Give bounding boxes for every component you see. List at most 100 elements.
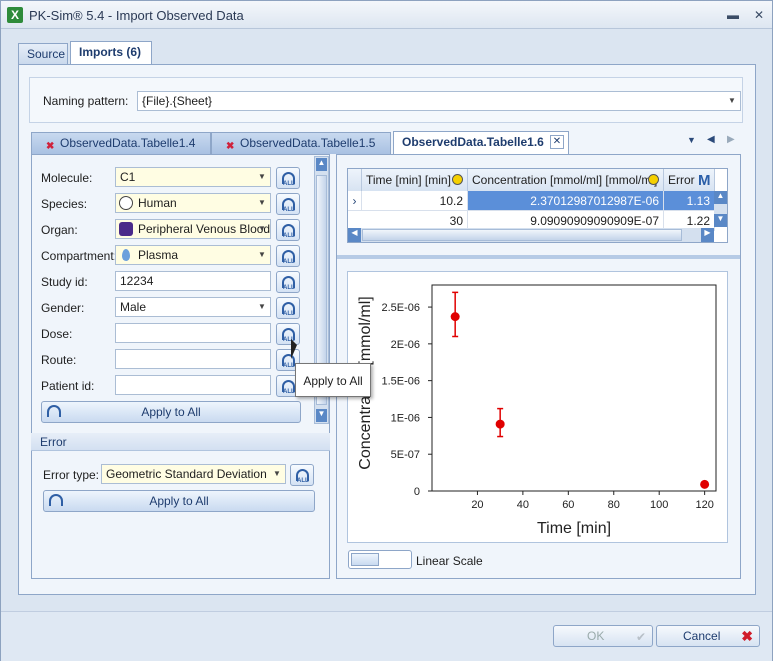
y-tick-label: 2.5E-06 <box>381 302 420 314</box>
unit-icon[interactable] <box>648 174 659 185</box>
metadata-apply-all-button[interactable]: Apply to All <box>41 401 301 423</box>
error-type-combo[interactable]: Geometric Standard Deviation ▼ <box>101 464 286 484</box>
gender-apply-all-button[interactable]: ALL <box>276 297 300 319</box>
splitter[interactable] <box>337 255 740 259</box>
chevron-down-icon[interactable]: ▼ <box>271 465 283 483</box>
data-point <box>495 419 505 429</box>
data-grid[interactable]: Time [min] [min] Concentration [mmol/ml]… <box>347 168 728 243</box>
molecule-combo[interactable]: C1 ▼ <box>115 167 271 187</box>
mouse-cursor-icon <box>291 339 297 359</box>
study-id-field[interactable]: 12234 <box>115 271 271 291</box>
tab-tabelle-1-4[interactable]: ✖ ObservedData.Tabelle1.4 <box>31 132 211 154</box>
species-combo[interactable]: Human ▼ <box>115 193 271 213</box>
scroll-thumb[interactable] <box>362 229 682 241</box>
chevron-down-icon[interactable]: ▼ <box>726 92 738 110</box>
molecule-label: Molecule: <box>41 171 93 185</box>
scroll-right-icon[interactable]: ▶ <box>701 228 714 242</box>
close-tab-icon[interactable]: ✕ <box>550 135 564 149</box>
chevron-down-icon[interactable]: ▼ <box>256 298 268 316</box>
grid-cell[interactable]: 10.2 <box>362 191 468 211</box>
chevron-down-icon[interactable]: ▼ <box>256 168 268 186</box>
all-icon-text: ALL <box>283 389 295 395</box>
error-type-value: Geometric Standard Deviation <box>106 467 267 481</box>
apply-all-label: Apply to All <box>141 405 201 419</box>
grid-vscroll[interactable]: ▲ ▼ <box>714 191 727 227</box>
scroll-up-icon[interactable]: ▲ <box>316 158 327 171</box>
ok-button[interactable]: OK ✔ <box>553 625 653 647</box>
column-header-concentration[interactable]: Concentration [mmol/ml] [mmol/ml] <box>468 169 664 191</box>
dose-label: Dose: <box>41 327 73 341</box>
error-apply-all-icon-button[interactable]: ALL <box>290 464 314 486</box>
grid-hscroll[interactable]: ◀ ▶ <box>348 228 714 242</box>
all-icon-text: ALL <box>283 259 295 265</box>
scroll-up-icon[interactable]: ▲ <box>714 191 727 204</box>
tab-list-dropdown-icon[interactable]: ▼ <box>687 135 696 145</box>
apply-all-icon <box>47 405 61 417</box>
data-point <box>700 479 710 489</box>
check-icon: ✔ <box>635 630 646 644</box>
naming-pattern-combo[interactable]: {File}.{Sheet} ▼ <box>137 91 741 111</box>
compartment-value: Plasma <box>138 248 179 262</box>
tab-imports[interactable]: Imports (6) <box>70 41 152 65</box>
current-row-indicator-icon: › <box>348 191 362 211</box>
patient-id-field[interactable] <box>115 375 271 395</box>
study-apply-all-button[interactable]: ALL <box>276 271 300 293</box>
column-header-label: Concentration [mmol/ml] [mmol/ml] <box>472 173 658 187</box>
chevron-down-icon[interactable]: ▼ <box>256 220 268 238</box>
tab-source[interactable]: Source <box>18 43 68 65</box>
tab-label: ObservedData.Tabelle1.6 <box>402 135 544 149</box>
column-header-error[interactable]: Error M <box>664 169 715 191</box>
scroll-down-icon[interactable]: ▼ <box>316 409 327 422</box>
all-icon-text: ALL <box>283 181 295 187</box>
linear-scale-toggle[interactable] <box>348 550 412 569</box>
y-tick-label: 2E-06 <box>391 339 420 351</box>
title-bar: X PK-Sim® 5.4 - Import Observed Data ▬ ✕ <box>1 1 772 29</box>
grid-cell[interactable]: 2.37012987012987E-06 <box>468 191 664 211</box>
organ-apply-all-button[interactable]: ALL <box>276 219 300 241</box>
scroll-down-icon[interactable]: ▼ <box>714 214 727 227</box>
import-window: X PK-Sim® 5.4 - Import Observed Data ▬ ✕… <box>0 0 773 661</box>
error-section-header: Error <box>31 433 330 451</box>
species-apply-all-button[interactable]: ALL <box>276 193 300 215</box>
dialog-footer: OK ✔ Cancel ✖ <box>1 611 772 661</box>
grid-cell[interactable]: 1.13 <box>664 191 715 211</box>
ok-label: OK <box>587 629 605 643</box>
tab-scroll-right-icon[interactable]: ▶ <box>727 134 735 145</box>
molecule-apply-all-button[interactable]: ALL <box>276 167 300 189</box>
study-id-label: Study id: <box>41 275 88 289</box>
plasma-drop-icon <box>122 249 130 261</box>
unit-icon[interactable] <box>452 174 463 185</box>
all-icon-text: ALL <box>283 285 295 291</box>
apply-all-label: Apply to All <box>149 494 209 508</box>
dose-field[interactable] <box>115 323 271 343</box>
organ-value: Peripheral Venous Blood <box>138 222 271 236</box>
error-apply-all-button[interactable]: Apply to All <box>43 490 315 512</box>
error-meta-icon[interactable]: M <box>698 170 711 191</box>
tab-tabelle-1-5[interactable]: ✖ ObservedData.Tabelle1.5 <box>211 132 391 154</box>
gender-combo[interactable]: Male ▼ <box>115 297 271 317</box>
compartment-apply-all-button[interactable]: ALL <box>276 245 300 267</box>
chevron-down-icon[interactable]: ▼ <box>256 246 268 264</box>
naming-pattern-value: {File}.{Sheet} <box>142 94 213 108</box>
species-label: Species: <box>41 197 88 211</box>
minimize-icon[interactable]: ▬ <box>725 7 741 23</box>
route-field[interactable] <box>115 349 271 369</box>
naming-pattern-label: Naming pattern: <box>43 94 129 108</box>
chevron-down-icon[interactable]: ▼ <box>256 194 268 212</box>
x-tick-label: 60 <box>562 499 574 511</box>
human-icon <box>119 196 133 210</box>
gender-value: Male <box>120 300 147 314</box>
cancel-button[interactable]: Cancel ✖ <box>656 625 760 647</box>
column-header-time[interactable]: Time [min] [min] <box>362 169 468 191</box>
organ-label: Organ: <box>41 223 78 237</box>
column-header-label: Error <box>668 173 695 187</box>
scroll-left-icon[interactable]: ◀ <box>348 228 361 242</box>
tab-tabelle-1-6[interactable]: ObservedData.Tabelle1.6 ✕ <box>393 131 569 154</box>
all-icon-text: ALL <box>297 478 309 484</box>
compartment-combo[interactable]: Plasma ▼ <box>115 245 271 265</box>
cancel-label: Cancel <box>683 629 721 643</box>
tab-scroll-left-icon[interactable]: ◀ <box>707 134 715 145</box>
organ-combo[interactable]: Peripheral Venous Blood ▼ <box>115 219 271 239</box>
close-window-icon[interactable]: ✕ <box>751 7 767 23</box>
y-tick-label: 0 <box>414 486 420 498</box>
